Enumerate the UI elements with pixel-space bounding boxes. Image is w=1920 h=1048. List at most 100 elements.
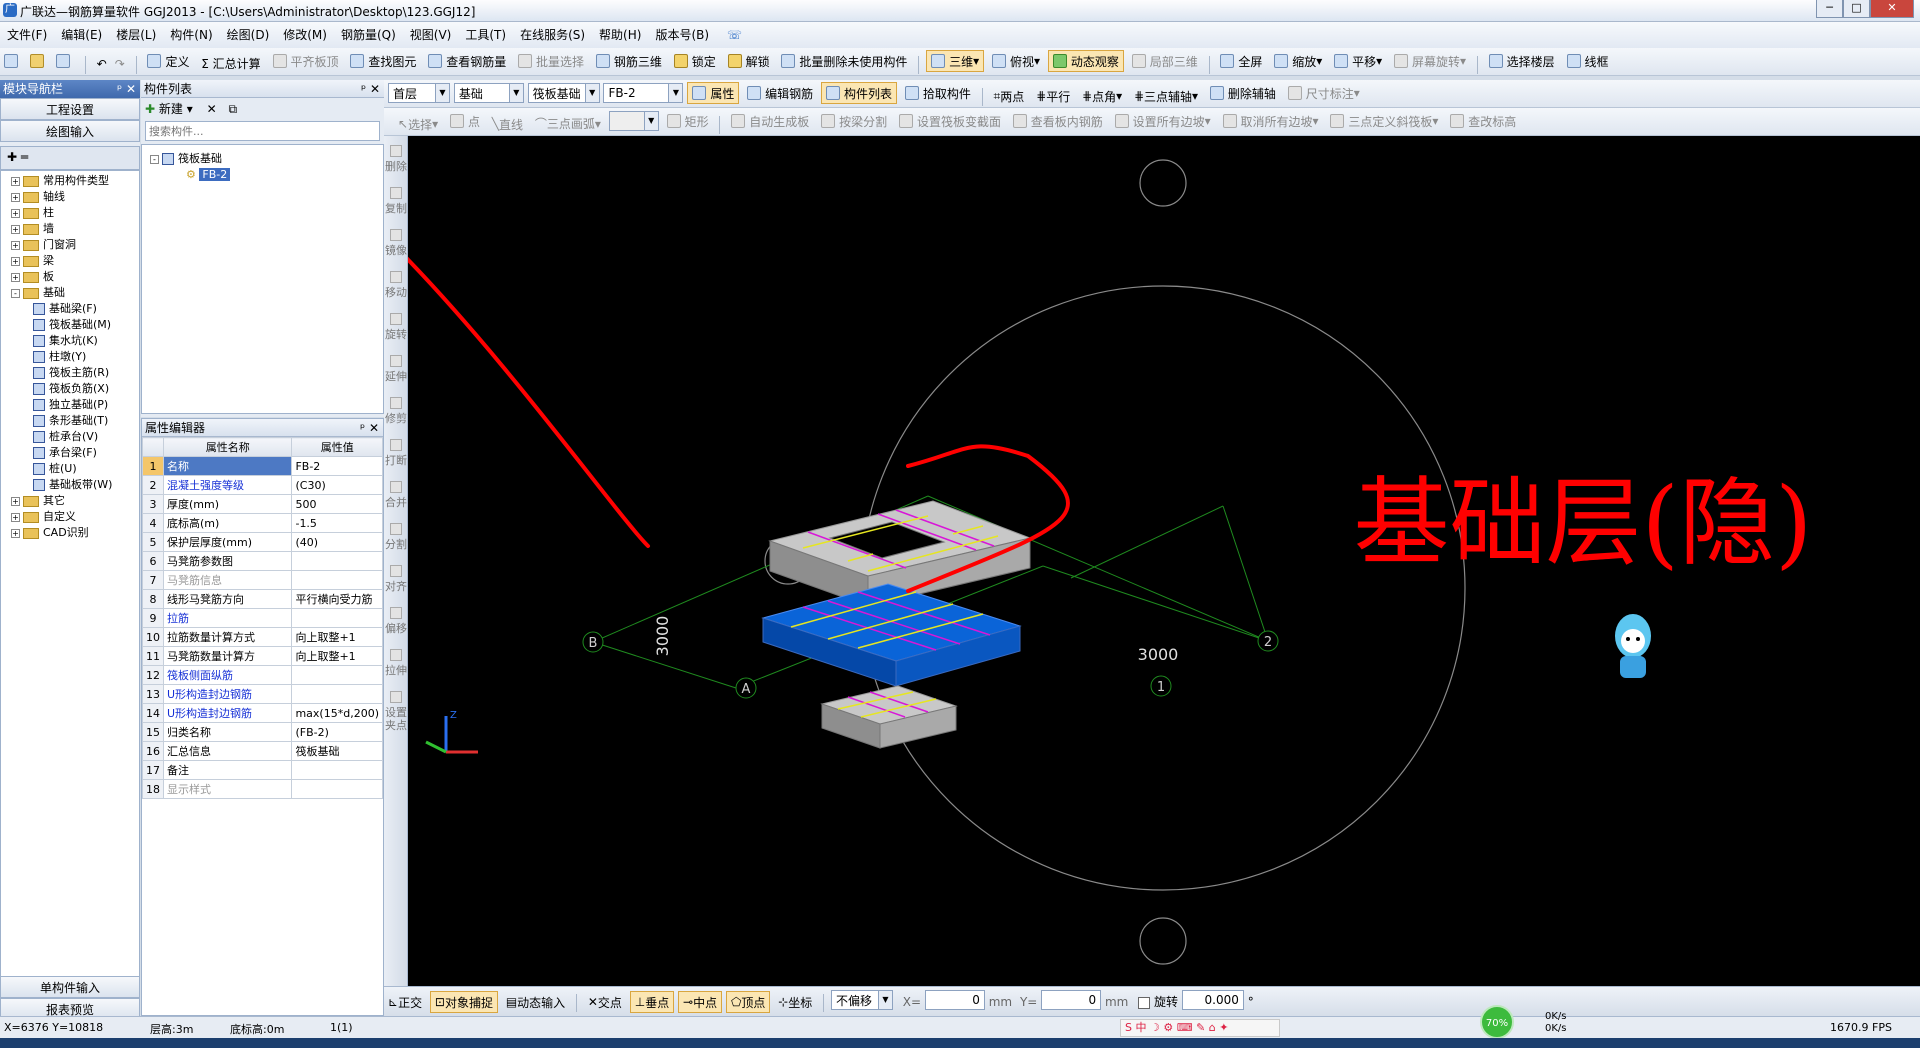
property-value[interactable]: (C30) xyxy=(291,475,383,495)
rotate-angle-input[interactable]: 0.000 xyxy=(1181,990,1244,1010)
point-angle-button[interactable]: ⋕ 点角 ▾ xyxy=(1078,85,1126,107)
expand-icon[interactable]: + xyxy=(11,528,20,538)
three-point-axis-button[interactable]: ⋕ 三点辅轴 ▾ xyxy=(1130,85,1202,107)
side-tool-button[interactable]: 旋转 xyxy=(385,313,407,341)
flush-slab-top-button[interactable]: 平齐板顶 xyxy=(269,50,343,72)
pan-button[interactable]: 平移 ▾ xyxy=(1330,50,1386,72)
property-row[interactable]: 11 马凳筋数量计算方 向上取整+1 xyxy=(142,646,383,666)
property-row[interactable]: 9 拉筋 xyxy=(142,608,383,628)
pick-component-button[interactable]: 拾取构件 xyxy=(901,82,975,104)
minimize-button[interactable]: ─ xyxy=(1816,0,1843,18)
component-search-input[interactable] xyxy=(145,121,380,141)
batch-delete-unused-button[interactable]: 批量删除未使用构件 xyxy=(777,50,911,72)
property-row[interactable]: 2 混凝土强度等级 (C30) xyxy=(142,475,383,495)
nav-tree-item[interactable]: + 常用构件类型 xyxy=(11,173,139,189)
expand-icon[interactable]: + xyxy=(11,176,20,186)
nav-tree-item[interactable]: 条形基础(T) xyxy=(11,413,139,429)
expand-icon[interactable]: + xyxy=(11,240,20,250)
offset-mode-select[interactable]: 不偏移 ▼ xyxy=(830,990,893,1010)
property-value[interactable]: 500 xyxy=(291,494,383,514)
single-component-input-button[interactable]: 单构件输入 xyxy=(0,976,140,998)
menu-component[interactable]: 构件(N) xyxy=(163,22,219,48)
expand-icon[interactable]: + xyxy=(11,224,20,234)
side-tool-button[interactable]: 修剪 xyxy=(385,397,407,425)
split-by-beam-button[interactable]: 按梁分割 xyxy=(817,110,891,132)
edit-rebar-button[interactable]: 编辑钢筋 xyxy=(743,82,817,104)
pin-icon[interactable]: ᵖ ✕ xyxy=(117,80,140,98)
menu-rebar[interactable]: 钢筋量(Q) xyxy=(334,22,403,48)
property-value[interactable]: max(15*d,200) xyxy=(291,703,383,723)
menu-help[interactable]: 帮助(H) xyxy=(592,22,648,48)
property-value[interactable]: 向上取整+1 xyxy=(291,627,383,647)
expand-icon[interactable]: + xyxy=(11,256,20,266)
view-3d-button[interactable]: 三维 ▾ xyxy=(926,50,985,72)
collapse-icon[interactable]: - xyxy=(150,154,159,164)
property-value[interactable]: 平行横向受力筋 xyxy=(291,589,383,609)
side-tool-button[interactable]: 镜像 xyxy=(385,229,407,257)
menu-version[interactable]: 版本号(B) xyxy=(648,22,716,48)
expand-icon[interactable]: + xyxy=(11,272,20,282)
property-row[interactable]: 6 马凳筋参数图 xyxy=(142,551,383,571)
view-slab-rebar-button[interactable]: 查看板内钢筋 xyxy=(1009,110,1107,132)
check-elevation-button[interactable]: 查改标高 xyxy=(1446,110,1520,132)
component-item-fb2[interactable]: ⚙ FB-2 xyxy=(150,167,383,183)
property-row[interactable]: 4 底标高(m) -1.5 xyxy=(142,513,383,533)
cancel-all-slopes-button[interactable]: 取消所有边坡 ▾ xyxy=(1219,110,1323,132)
project-settings-button[interactable]: 工程设置 xyxy=(0,98,140,120)
local-3d-button[interactable]: 局部三维 xyxy=(1128,50,1202,72)
select-button[interactable]: ↖ 选择 ▾ xyxy=(394,113,442,135)
rotate-checkbox[interactable] xyxy=(1138,996,1151,1009)
nav-tree-item[interactable]: 承台梁(F) xyxy=(11,445,139,461)
component-list-button[interactable]: 构件列表 xyxy=(821,82,898,104)
save-button[interactable] xyxy=(52,50,78,72)
drawing-input-button[interactable]: 绘图输入 xyxy=(0,120,140,142)
orbit-handle-top[interactable] xyxy=(1139,159,1187,207)
line-button[interactable]: ╲ 直线 xyxy=(488,113,527,135)
properties-button[interactable]: 属性 xyxy=(687,82,740,104)
dynamic-input-button[interactable]: ▤ 动态输入 xyxy=(502,991,569,1013)
maximize-button[interactable]: □ xyxy=(1843,0,1870,18)
nav-tree-item[interactable]: 筏板主筋(R) xyxy=(11,365,139,381)
network-speed-gauge[interactable]: 70% xyxy=(1480,1005,1514,1039)
category-select[interactable]: 筏板基础 ▼ xyxy=(527,83,600,103)
expand-icon[interactable]: + xyxy=(11,192,20,202)
blue-raft-slab[interactable] xyxy=(761,583,1022,687)
fullscreen-button[interactable]: 全屏 xyxy=(1216,50,1266,72)
property-row[interactable]: 16 汇总信息 筏板基础 xyxy=(142,741,383,761)
select-floor-button[interactable]: 选择楼层 xyxy=(1485,50,1559,72)
property-value[interactable]: (FB-2) xyxy=(291,722,383,742)
nav-tree-item[interactable]: 基础板带(W) xyxy=(11,477,139,493)
property-row[interactable]: 8 线形马凳筋方向 平行横向受力筋 xyxy=(142,589,383,609)
property-row[interactable]: 15 归类名称 (FB-2) xyxy=(142,722,383,742)
x-offset-input[interactable]: 0 xyxy=(924,990,985,1010)
nav-tree-item[interactable]: 筏板负筋(X) xyxy=(11,381,139,397)
expand-icon[interactable]: + xyxy=(11,512,20,522)
property-row[interactable]: 1 名称 FB-2 xyxy=(142,456,383,476)
side-tool-button[interactable]: 拉伸 xyxy=(385,649,407,677)
menu-modify[interactable]: 修改(M) xyxy=(276,22,334,48)
property-row[interactable]: 18 显示样式 xyxy=(142,779,383,799)
intersection-snap-button[interactable]: ✕ 交点 xyxy=(584,991,626,1013)
ime-toolbar[interactable]: S 中 ☽ ⚙ ⌨ ✎ ⌂ ✦ xyxy=(1120,1019,1280,1037)
copy-component-icon[interactable]: ⧉ xyxy=(228,102,237,116)
floor-select[interactable]: 首层 ▼ xyxy=(388,83,450,103)
expand-all-icon[interactable]: ✚ ═ xyxy=(7,150,28,164)
property-value[interactable]: (40) xyxy=(291,532,383,552)
vertex-snap-button[interactable]: ⬠ 顶点 xyxy=(725,991,771,1013)
property-value[interactable]: 向上取整+1 xyxy=(291,646,383,666)
nav-tree-item[interactable]: + CAD识别 xyxy=(11,525,139,541)
property-value[interactable] xyxy=(291,551,383,571)
nav-tree-item[interactable]: 桩承台(V) xyxy=(11,429,139,445)
nav-tree-item[interactable]: + 梁 xyxy=(11,253,139,269)
side-tool-button[interactable]: 对齐 xyxy=(385,565,407,593)
property-value[interactable]: 筏板基础 xyxy=(291,741,383,761)
side-tool-button[interactable]: 打断 xyxy=(385,439,407,467)
close-button[interactable]: ✕ xyxy=(1870,0,1914,18)
property-value[interactable] xyxy=(291,684,383,704)
floor-sub-select[interactable]: 基础 ▼ xyxy=(453,83,524,103)
side-tool-button[interactable]: 偏移 xyxy=(385,607,407,635)
menu-view[interactable]: 视图(V) xyxy=(403,22,459,48)
menu-online[interactable]: 在线服务(S) xyxy=(513,22,592,48)
rebar-3d-button[interactable]: 钢筋三维 xyxy=(592,50,666,72)
view-rebar-button[interactable]: 查看钢筋量 xyxy=(424,50,510,72)
